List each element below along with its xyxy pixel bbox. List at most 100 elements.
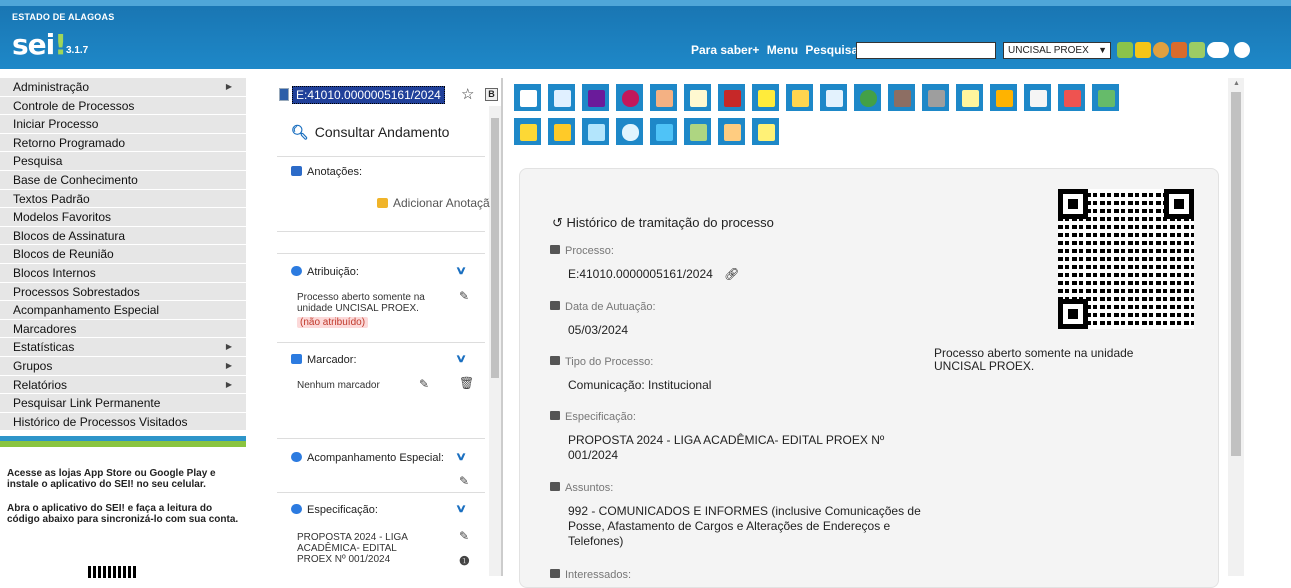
sidebar-item-label: Controle de Processos <box>13 98 135 113</box>
link-icon[interactable]: 🔗︎ <box>724 267 739 281</box>
sobrestar-button[interactable] <box>989 83 1018 112</box>
sidebar-item-pesquisar-link[interactable]: Pesquisar Link Permanente <box>0 394 246 413</box>
sidebar-item-estatisticas[interactable]: Estatísticas ▶ <box>0 338 246 357</box>
sidebar-item-iniciar-processo[interactable]: Iniciar Processo <box>0 115 246 134</box>
move-process-button[interactable] <box>887 83 916 112</box>
person-icon <box>758 90 775 107</box>
attribution-label: Atribuição: <box>307 266 359 278</box>
edit-icon[interactable]: ✎ <box>419 377 429 391</box>
search-button[interactable] <box>615 117 644 146</box>
units-button[interactable] <box>921 83 950 112</box>
sidebar-item-administracao[interactable]: Administração ▶ <box>0 78 246 97</box>
divider <box>277 438 485 439</box>
edit-icon[interactable]: ✎ <box>459 289 469 303</box>
sidebar-item-label: Blocos Internos <box>13 265 96 280</box>
comment-icon <box>550 411 560 420</box>
sidebar-item-processos-sobrestados[interactable]: Processos Sobrestados <box>0 282 246 302</box>
send-process-button[interactable] <box>683 83 712 112</box>
history-link[interactable]: ↺ Histórico de tramitação do processo <box>552 215 774 231</box>
science-button[interactable] <box>649 83 678 112</box>
sidebar-item-relatorios[interactable]: Relatórios ▶ <box>0 375 246 395</box>
chevron-right-icon: ▶ <box>225 379 232 389</box>
new-document-button[interactable] <box>513 83 542 112</box>
camera-button[interactable] <box>649 117 678 146</box>
sidebar-item-blocos-reuniao[interactable]: Blocos de Reunião <box>0 245 246 264</box>
cancel-button[interactable] <box>1057 83 1086 112</box>
flag-icon <box>520 124 537 141</box>
include-document-button[interactable] <box>547 83 576 112</box>
sidebar-item-textos-padrao[interactable]: Textos Padrão <box>0 189 246 209</box>
toggle-icon[interactable] <box>1207 42 1229 58</box>
sidebar-item-modelos-favoritos[interactable]: Modelos Favoritos <box>0 208 246 227</box>
sidebar-item-historico[interactable]: Histórico de Processos Visitados <box>0 412 246 432</box>
search-icon: 🔍︎ <box>291 124 309 140</box>
view-access-button[interactable] <box>615 83 644 112</box>
info-icon[interactable]: ❶ <box>459 554 470 568</box>
sidebar-item-grupos[interactable]: Grupos ▶ <box>0 356 246 376</box>
sidebar-item-acompanhamento-especial[interactable]: Acompanhamento Especial <box>0 301 246 320</box>
tree-scrollbar-thumb[interactable] <box>491 118 499 378</box>
list-icon[interactable] <box>1117 42 1133 58</box>
tools-icon[interactable] <box>1171 42 1187 58</box>
sidebar-item-retorno-programado[interactable]: Retorno Programado <box>0 133 246 153</box>
sidebar-item-pesquisa[interactable]: Pesquisa <box>0 152 246 171</box>
palette-icon[interactable] <box>1234 42 1250 58</box>
search-input[interactable] <box>856 42 996 59</box>
people-icon <box>550 569 560 578</box>
sidebar-divider <box>0 436 246 447</box>
marker-text: Nenhum marcador <box>297 380 380 391</box>
update-progress-button[interactable] <box>717 83 746 112</box>
menu-link[interactable]: Menu <box>767 43 798 57</box>
sign-button[interactable] <box>1023 83 1052 112</box>
process-number-link[interactable]: E:41010.0000005161/2024 <box>292 86 445 104</box>
edit-icon[interactable]: ✎ <box>459 474 469 488</box>
add-annotation-link[interactable]: Adicionar Anotaçã <box>377 196 490 210</box>
chevron-down-icon[interactable]: ∨ <box>455 352 467 365</box>
sei-logo[interactable]: sei! <box>12 28 67 61</box>
chevron-down-icon[interactable]: ∨ <box>455 450 467 463</box>
consultar-andamento-link[interactable]: 🔍︎ Consultar Andamento <box>291 124 449 141</box>
block-badge[interactable]: B <box>485 88 498 101</box>
paint-icon[interactable] <box>1189 42 1205 58</box>
refresh-button[interactable] <box>853 83 882 112</box>
tag-button[interactable] <box>547 117 576 146</box>
folder-icon <box>550 245 560 254</box>
sidebar-item-marcadores[interactable]: Marcadores <box>0 319 246 339</box>
notebook-icon[interactable] <box>1135 42 1151 58</box>
field-value-data: 05/03/2024 <box>568 323 629 337</box>
not-assigned-badge: (não atribuído) <box>297 317 369 328</box>
envelope-icon <box>690 90 707 107</box>
download-button[interactable] <box>683 117 712 146</box>
history-title: Histórico de tramitação do processo <box>566 215 774 230</box>
main-scrollbar-thumb[interactable] <box>1231 92 1241 456</box>
annotation-button[interactable] <box>955 83 984 112</box>
chevron-down-icon[interactable]: ∨ <box>455 502 467 515</box>
trash-icon[interactable]: 🗑︎ <box>459 376 474 390</box>
user-icon[interactable] <box>1153 42 1169 58</box>
sidebar-menu: Administração ▶ Controle de Processos Ini… <box>0 78 246 576</box>
edit-icon[interactable]: ✎ <box>459 529 469 543</box>
print-button[interactable] <box>717 117 746 146</box>
tag-icon <box>291 354 302 364</box>
send-email-button[interactable] <box>819 83 848 112</box>
duplicate-process-button[interactable] <box>785 83 814 112</box>
sidebar-item-controle-processos[interactable]: Controle de Processos <box>0 96 246 116</box>
para-saber-link[interactable]: Para saber+ <box>691 43 759 57</box>
sidebar-item-blocos-assinatura[interactable]: Blocos de Assinatura <box>0 226 246 246</box>
sidebar-item-base-conhecimento[interactable]: Base de Conhecimento <box>0 170 246 190</box>
unit-select[interactable]: UNCISAL PROEX ▼ <box>1003 42 1111 59</box>
list-button[interactable] <box>581 117 610 146</box>
sidebar-item-label: Pesquisar Link Permanente <box>13 396 161 411</box>
sidebar-item-label: Grupos <box>13 358 53 373</box>
delete-button[interactable] <box>1091 83 1120 112</box>
relate-process-button[interactable] <box>581 83 610 112</box>
scroll-up-arrow[interactable]: ▲ <box>1233 80 1240 87</box>
sidebar-item-blocos-internos[interactable]: Blocos Internos <box>0 263 246 283</box>
download-icon <box>690 124 707 141</box>
star-icon[interactable]: ☆ <box>461 85 474 103</box>
marker-button[interactable] <box>513 117 542 146</box>
templates-button[interactable] <box>751 117 780 146</box>
thumbs-up-icon <box>656 90 673 107</box>
assign-process-button[interactable] <box>751 83 780 112</box>
chevron-down-icon[interactable]: ∨ <box>455 264 467 277</box>
